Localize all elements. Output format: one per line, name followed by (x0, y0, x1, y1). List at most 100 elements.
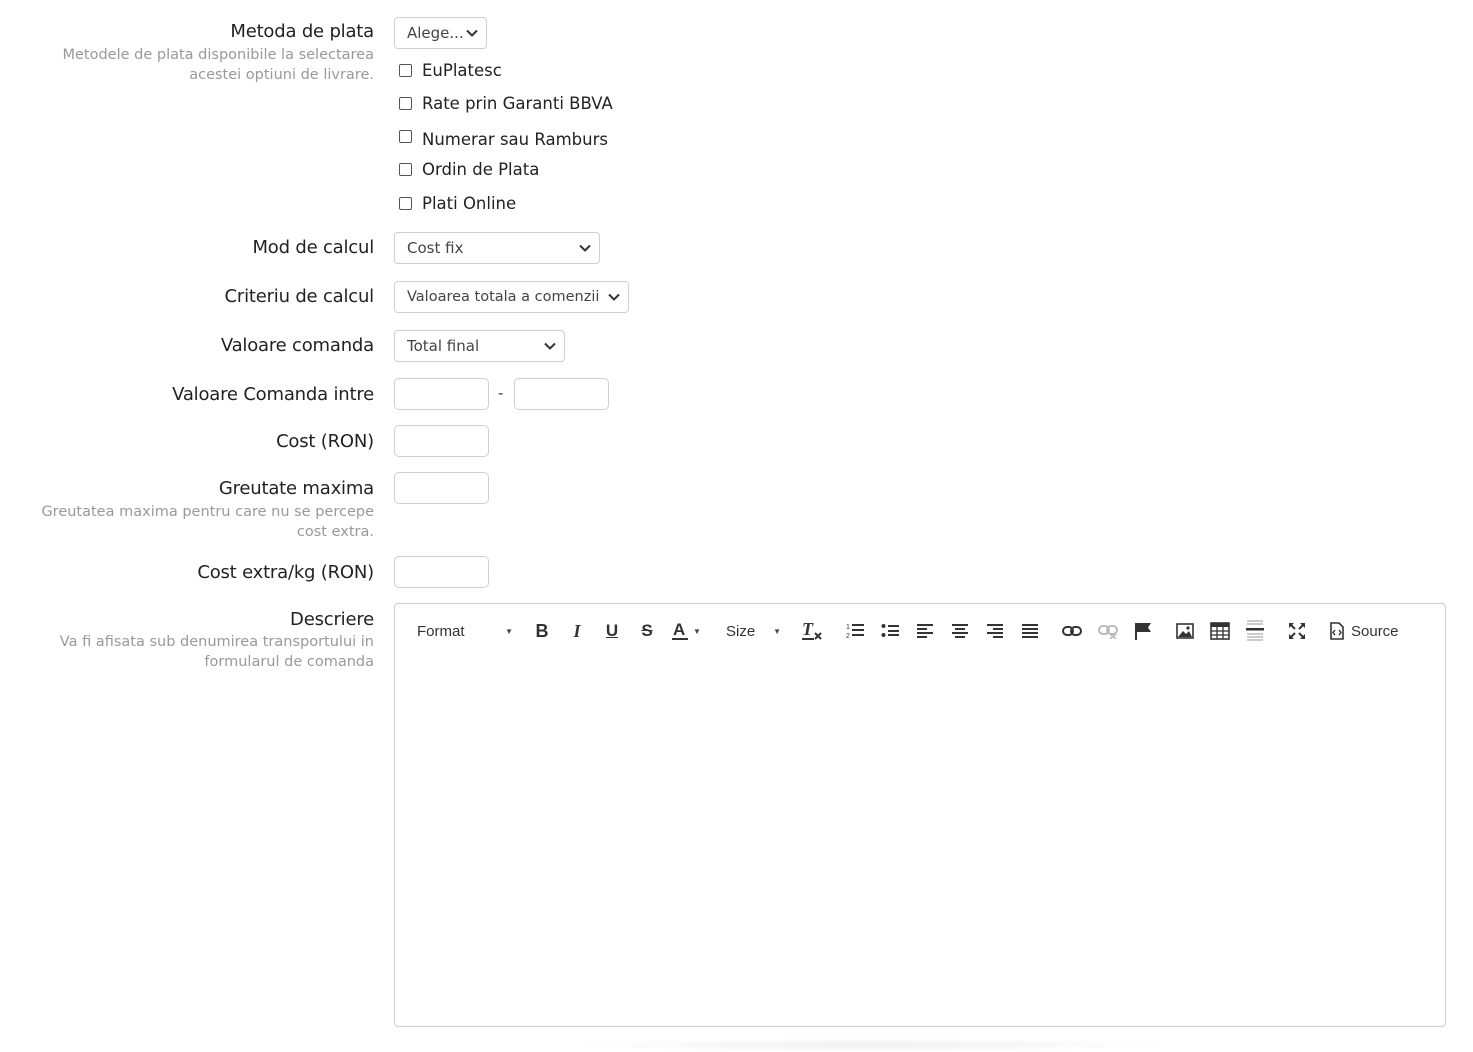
max-weight-input[interactable] (394, 472, 489, 504)
calc-mode-select[interactable]: Cost fix (394, 232, 600, 264)
checkbox[interactable] (399, 64, 412, 77)
svg-text:A: A (673, 620, 685, 639)
underline-icon: U (605, 621, 619, 640)
strikethrough-button[interactable]: S (636, 618, 658, 644)
numbered-list-icon: 1 2 (846, 624, 864, 640)
max-weight-label: Greutate maxima (218, 478, 374, 499)
max-weight-help: Greutatea maxima pentru care nu se perce… (41, 504, 374, 540)
text-color-icon: A (672, 620, 689, 640)
order-range-separator: - (498, 385, 504, 402)
rich-text-editor[interactable]: Format ▼ B I U S A ▼ Size ▼ T 1 2 Source (394, 603, 1446, 1027)
align-center-button[interactable] (948, 618, 972, 644)
payment-method-help: Metodele de plata disponibile la selecta… (62, 47, 374, 83)
size-dropdown-label: Size (726, 622, 756, 640)
chevron-down-icon (544, 331, 556, 361)
order-value-label: Valoare comanda (220, 335, 374, 356)
payment-method-select[interactable]: Alege... (394, 17, 487, 49)
payment-option[interactable]: Plati Online (399, 194, 516, 213)
italic-button[interactable]: I (566, 618, 588, 644)
format-dropdown[interactable]: Format ▼ (417, 618, 513, 644)
horizontal-rule-icon (1246, 620, 1264, 641)
italic-icon: I (573, 620, 581, 641)
unlink-button[interactable] (1095, 618, 1121, 644)
horizontal-rule-button[interactable] (1242, 618, 1268, 644)
payment-option-label: Rate prin Garanti BBVA (422, 94, 613, 113)
source-icon (1330, 622, 1344, 640)
editor-content-area[interactable] (396, 654, 1444, 1025)
payment-option-label: Plati Online (422, 194, 517, 213)
align-left-icon (917, 624, 933, 638)
table-button[interactable] (1207, 618, 1233, 644)
flag-icon (1135, 623, 1151, 640)
chevron-down-icon (608, 282, 620, 312)
chevron-down-icon (579, 233, 591, 263)
strikethrough-icon: S (641, 621, 653, 640)
image-icon (1176, 623, 1194, 639)
extra-cost-input[interactable] (394, 556, 489, 588)
link-button[interactable] (1059, 618, 1085, 644)
caret-down-icon: ▼ (773, 626, 781, 636)
align-center-icon (952, 624, 968, 638)
cost-label: Cost (RON) (276, 431, 374, 452)
order-range-to-input[interactable] (514, 378, 609, 410)
description-label: Descriere (290, 609, 374, 630)
size-dropdown[interactable]: Size ▼ (726, 618, 781, 644)
description-help: Va fi afisata sub denumirea transportulu… (59, 634, 374, 670)
underline-button[interactable]: U (601, 618, 623, 644)
text-color-button[interactable]: A ▼ (671, 618, 701, 644)
payment-option-label: Numerar sau Ramburs (422, 130, 608, 145)
order-value-value: Total final (407, 337, 480, 355)
checkbox[interactable] (399, 197, 412, 210)
remove-format-button[interactable]: T (800, 618, 824, 644)
anchor-button[interactable] (1131, 618, 1155, 644)
bulleted-list-button[interactable] (878, 618, 902, 644)
calc-criteria-value: Valoarea totala a comenzii (407, 289, 600, 305)
source-button[interactable]: Source (1329, 618, 1405, 644)
payment-option[interactable]: EuPlatesc (399, 61, 502, 80)
link-icon (1062, 626, 1082, 636)
svg-text:T: T (802, 620, 814, 639)
payment-method-label: Metoda de plata (230, 21, 374, 42)
checkbox[interactable] (399, 130, 412, 143)
order-range-label: Valoare Comanda intre (172, 384, 374, 405)
source-button-label: Source (1351, 622, 1399, 640)
numbered-list-button[interactable]: 1 2 (843, 618, 867, 644)
calc-mode-value: Cost fix (407, 239, 464, 257)
payment-method-select-value: Alege... (407, 24, 464, 42)
payment-option[interactable]: Ordin de Plata (399, 160, 539, 179)
bold-icon: B (535, 620, 549, 641)
bold-button[interactable]: B (531, 618, 553, 644)
format-dropdown-label: Format (417, 622, 465, 640)
order-value-select[interactable]: Total final (394, 330, 565, 362)
align-right-button[interactable] (983, 618, 1007, 644)
image-button[interactable] (1172, 618, 1198, 644)
calc-criteria-select[interactable]: Valoarea totala a comenzii (394, 281, 629, 313)
justify-icon (1022, 624, 1038, 638)
order-range-from-input[interactable] (394, 378, 489, 410)
align-left-button[interactable] (913, 618, 937, 644)
checkbox[interactable] (399, 163, 412, 176)
caret-down-icon: ▼ (693, 626, 701, 636)
caret-down-icon: ▼ (505, 626, 513, 636)
align-right-icon (987, 624, 1003, 638)
bottom-shadow (560, 1038, 1180, 1052)
svg-text:1: 1 (846, 624, 850, 631)
calc-mode-label: Mod de calcul (252, 237, 374, 258)
maximize-button[interactable] (1285, 618, 1309, 644)
chevron-down-icon (466, 18, 478, 48)
payment-option[interactable]: Rate prin Garanti BBVA (399, 94, 613, 113)
maximize-icon (1289, 623, 1305, 639)
extra-cost-label: Cost extra/kg (RON) (197, 562, 374, 583)
calc-criteria-label: Criteriu de calcul (224, 286, 375, 307)
payment-option-label: EuPlatesc (422, 61, 502, 80)
payment-option[interactable]: Numerar sau Ramburs (399, 127, 608, 145)
unlink-icon (1098, 625, 1118, 639)
payment-option-label: Ordin de Plata (422, 160, 540, 179)
table-icon (1210, 622, 1230, 640)
cost-input[interactable] (394, 425, 489, 457)
svg-text:2: 2 (846, 633, 850, 640)
remove-format-icon: T (802, 620, 822, 640)
justify-button[interactable] (1018, 618, 1042, 644)
bulleted-list-icon (881, 624, 899, 637)
checkbox[interactable] (399, 97, 412, 110)
